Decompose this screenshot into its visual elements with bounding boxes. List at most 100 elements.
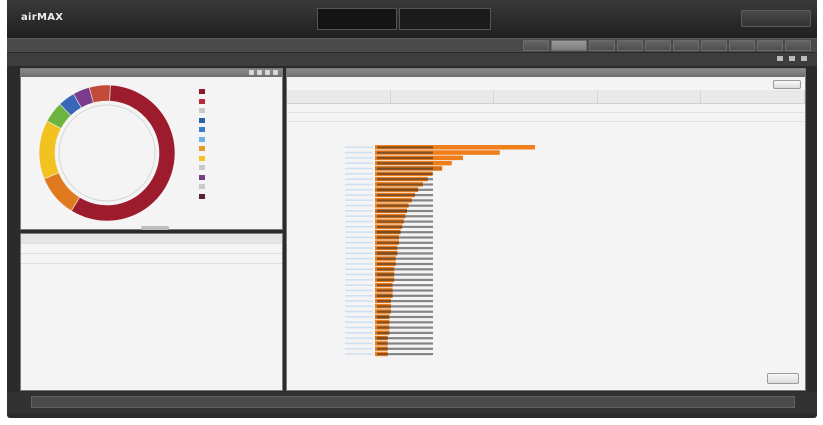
refresh-icon[interactable] bbox=[789, 56, 795, 61]
details-row[interactable] bbox=[21, 244, 282, 254]
bar-label-guide bbox=[345, 183, 373, 186]
bar-label-guide bbox=[345, 321, 373, 323]
bar-label-guide bbox=[345, 151, 373, 154]
bar-value-label bbox=[377, 342, 433, 345]
table-cell bbox=[598, 113, 702, 121]
app-logo: airMAX bbox=[21, 12, 64, 23]
table-cell bbox=[494, 104, 598, 112]
details-header bbox=[21, 234, 282, 244]
status-bar bbox=[31, 396, 795, 408]
bar-value-label bbox=[377, 300, 433, 303]
table-header bbox=[287, 90, 805, 104]
bar-label-guide bbox=[345, 294, 373, 297]
settings-icon[interactable] bbox=[801, 56, 807, 61]
bar-label-guide bbox=[345, 347, 373, 350]
bar-value-label bbox=[377, 257, 433, 260]
legend-swatch bbox=[199, 184, 205, 190]
bar-value-label bbox=[377, 156, 433, 160]
legend-item[interactable] bbox=[199, 173, 283, 183]
table-cell bbox=[598, 104, 702, 112]
legend-item[interactable] bbox=[199, 182, 283, 192]
legend-item[interactable] bbox=[199, 144, 283, 154]
nav-tab[interactable] bbox=[785, 40, 811, 51]
panel-resize-handle[interactable] bbox=[141, 226, 169, 230]
column-header[interactable] bbox=[391, 90, 495, 103]
maximize-icon[interactable] bbox=[273, 70, 278, 75]
bar-value-label bbox=[377, 310, 433, 313]
export-button[interactable] bbox=[767, 373, 799, 384]
donut-slice[interactable] bbox=[38, 120, 62, 180]
bar-label-guide bbox=[345, 226, 373, 228]
bar-value-label bbox=[377, 337, 433, 340]
legend-item[interactable] bbox=[199, 125, 283, 135]
bar-label-guide bbox=[345, 332, 373, 334]
nav-tab[interactable] bbox=[757, 40, 783, 51]
legend-swatch bbox=[199, 98, 205, 104]
panel-header bbox=[21, 69, 282, 77]
legend-item[interactable] bbox=[199, 135, 283, 145]
legend-item[interactable] bbox=[199, 192, 283, 202]
nav-tab[interactable] bbox=[701, 40, 727, 51]
table-cell bbox=[391, 104, 495, 112]
device-info bbox=[399, 8, 491, 30]
bar-label-guide bbox=[345, 220, 373, 223]
legend-item[interactable] bbox=[199, 154, 283, 164]
bar-value-label bbox=[377, 273, 433, 276]
donut-slice[interactable] bbox=[43, 172, 81, 212]
protocol-panel bbox=[20, 68, 283, 230]
legend-item[interactable] bbox=[199, 116, 283, 126]
details-row[interactable] bbox=[21, 254, 282, 264]
column-header[interactable] bbox=[598, 90, 702, 103]
table-cell bbox=[494, 113, 598, 121]
legend-swatch bbox=[199, 127, 205, 133]
donut-slice[interactable] bbox=[70, 84, 176, 222]
traffic-panel-header bbox=[287, 69, 805, 77]
nav-tab[interactable] bbox=[589, 40, 615, 51]
export-icon[interactable] bbox=[265, 70, 270, 75]
bar-label-guide bbox=[345, 252, 373, 255]
legend-item[interactable] bbox=[199, 163, 283, 173]
bar-label-guide bbox=[345, 210, 373, 212]
bar-label-guide bbox=[345, 231, 373, 233]
legend-item[interactable] bbox=[199, 87, 283, 97]
bar-label-guide bbox=[345, 268, 373, 270]
legend-swatch bbox=[199, 136, 205, 142]
chart-icon[interactable] bbox=[249, 70, 254, 75]
bar-value-label bbox=[377, 215, 433, 218]
bar-value-label bbox=[377, 204, 433, 207]
bar-value-label bbox=[377, 268, 433, 271]
legend-swatch bbox=[199, 165, 205, 171]
bar-label-guide bbox=[345, 178, 373, 180]
nav-tab[interactable] bbox=[673, 40, 699, 51]
nav-tab[interactable] bbox=[645, 40, 671, 51]
legend-item[interactable] bbox=[199, 106, 283, 116]
nav-tab[interactable] bbox=[551, 40, 587, 51]
nav-tab[interactable] bbox=[523, 40, 549, 51]
bar-label-guide bbox=[345, 353, 373, 355]
table-row[interactable] bbox=[287, 104, 805, 113]
filter-button[interactable] bbox=[773, 80, 801, 89]
column-header[interactable] bbox=[287, 90, 391, 103]
bar-value-label bbox=[377, 167, 433, 170]
list-icon[interactable] bbox=[257, 70, 262, 75]
nav-tab[interactable] bbox=[729, 40, 755, 51]
column-header[interactable] bbox=[701, 90, 805, 103]
donut-chart bbox=[38, 84, 176, 222]
view-toggle-icon[interactable] bbox=[777, 56, 783, 61]
app-window: airMAX bbox=[7, 0, 817, 418]
bar-value-label bbox=[377, 194, 433, 197]
bar-value-label bbox=[377, 353, 433, 356]
bar-value-label bbox=[377, 178, 433, 181]
table-row[interactable] bbox=[287, 113, 805, 122]
bar-value-label bbox=[377, 225, 433, 228]
bar-value-label bbox=[377, 347, 433, 350]
donut-slice[interactable] bbox=[88, 84, 111, 104]
column-header[interactable] bbox=[494, 90, 598, 103]
bar-value-label bbox=[377, 331, 433, 334]
bar-label-guide bbox=[345, 167, 373, 170]
device-selector[interactable] bbox=[317, 8, 397, 30]
legend-item[interactable] bbox=[199, 97, 283, 107]
logout-button[interactable] bbox=[741, 10, 811, 27]
bar-label-guide bbox=[345, 146, 373, 149]
nav-tab[interactable] bbox=[617, 40, 643, 51]
